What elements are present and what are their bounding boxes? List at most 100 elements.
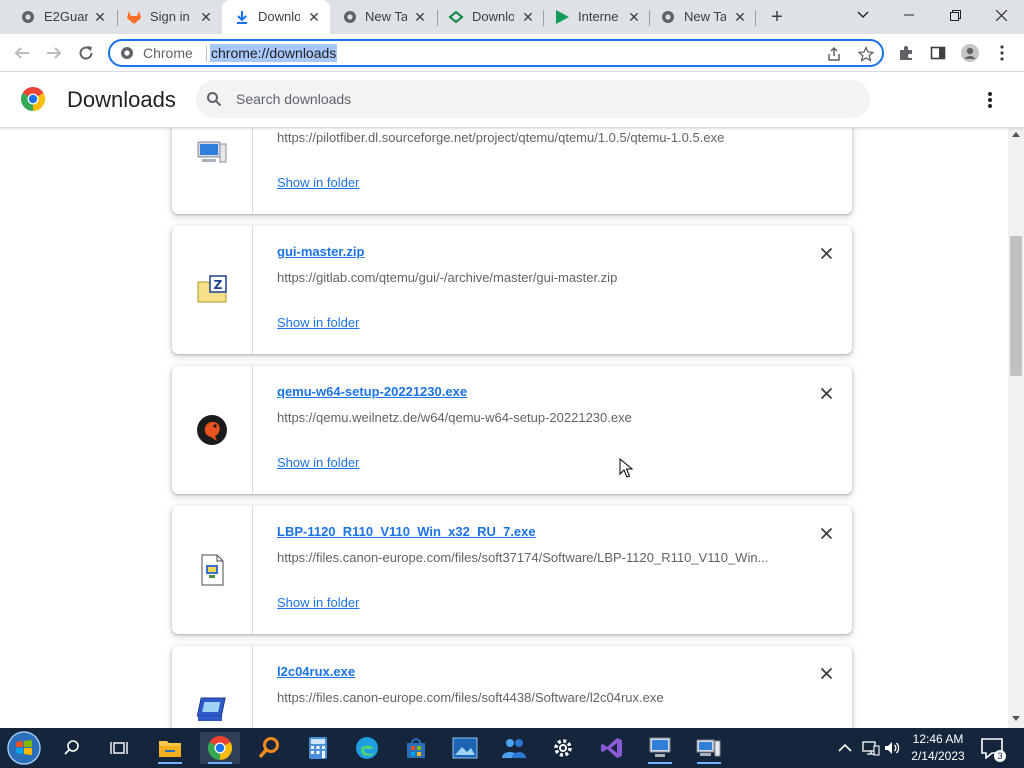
close-icon[interactable]: ✕ bbox=[520, 9, 536, 25]
omnibox-chip: Chrome bbox=[143, 45, 193, 61]
show-hidden-icons-button[interactable] bbox=[838, 728, 852, 768]
tab-title: E2Guard bbox=[44, 9, 88, 24]
bookmark-star-icon[interactable] bbox=[858, 46, 874, 62]
back-button[interactable] bbox=[11, 42, 33, 64]
visual-studio-icon bbox=[601, 738, 622, 758]
task-view-icon bbox=[110, 742, 128, 754]
clock-date: 2/14/2023 bbox=[911, 749, 965, 763]
search-downloads-field[interactable]: Search downloads bbox=[196, 80, 870, 118]
tab-new-tab[interactable]: New Tab ✕ bbox=[330, 0, 438, 34]
remove-download-button[interactable] bbox=[816, 663, 836, 683]
forward-arrow-icon bbox=[47, 47, 62, 59]
tab-title: Downlo bbox=[258, 9, 300, 24]
sourceforge-icon bbox=[448, 9, 464, 25]
taskbar-people[interactable] bbox=[494, 732, 534, 764]
close-window-button[interactable] bbox=[978, 0, 1024, 30]
omnibox-divider bbox=[206, 46, 207, 62]
folder-icon bbox=[159, 741, 181, 757]
close-icon bbox=[820, 667, 832, 679]
remove-download-button[interactable] bbox=[816, 523, 836, 543]
remove-download-button[interactable] bbox=[816, 243, 836, 263]
new-tab-button[interactable]: + bbox=[765, 6, 789, 28]
system-clock[interactable]: 12:46 AM 2/14/2023 bbox=[903, 731, 973, 765]
browser-menu-icon[interactable] bbox=[993, 44, 1011, 62]
tab-sign-in[interactable]: Sign in ✕ bbox=[106, 0, 222, 34]
extensions-icon[interactable] bbox=[897, 44, 915, 62]
close-icon[interactable]: ✕ bbox=[732, 9, 748, 25]
tab-title: New Tab bbox=[365, 9, 407, 24]
side-panel-icon[interactable] bbox=[929, 44, 947, 62]
forward-button[interactable] bbox=[43, 42, 65, 64]
volume-icon[interactable] bbox=[884, 728, 900, 768]
close-icon bbox=[820, 527, 832, 539]
photo-viewer-icon bbox=[452, 737, 478, 759]
taskbar-visual-studio[interactable] bbox=[592, 732, 632, 764]
download-card: qemu-w64-setup-20221230.exe https://qemu… bbox=[172, 366, 852, 494]
file-icon-column bbox=[172, 646, 253, 728]
taskbar-edge[interactable] bbox=[347, 732, 387, 764]
restore-button[interactable] bbox=[932, 0, 978, 30]
calculator-icon bbox=[309, 737, 327, 759]
taskbar-qtemu[interactable] bbox=[689, 732, 729, 764]
reload-button[interactable] bbox=[75, 42, 97, 64]
profile-avatar-icon[interactable] bbox=[961, 44, 979, 62]
qemu-icon bbox=[197, 415, 227, 445]
tab-title: New Tab bbox=[684, 9, 726, 24]
taskbar-calculator[interactable] bbox=[298, 732, 338, 764]
download-icon bbox=[234, 9, 250, 25]
minimize-button[interactable] bbox=[886, 0, 932, 30]
monitor-app-icon bbox=[649, 737, 671, 757]
back-arrow-icon bbox=[14, 47, 29, 59]
scroll-down-arrow-icon[interactable] bbox=[1012, 716, 1020, 721]
taskbar-chrome[interactable] bbox=[200, 732, 240, 764]
taskbar-photos[interactable] bbox=[445, 732, 485, 764]
close-icon[interactable]: ✕ bbox=[306, 9, 322, 25]
tab-downloads[interactable]: Downlo ✕ bbox=[222, 0, 330, 34]
network-icon[interactable] bbox=[862, 728, 880, 768]
play-icon bbox=[554, 9, 570, 25]
address-bar[interactable]: Chrome chrome://downloads bbox=[108, 39, 884, 67]
minimize-icon bbox=[904, 14, 914, 16]
file-name-link[interactable]: qemu-w64-setup-20221230.exe bbox=[277, 384, 467, 399]
file-url: https://files.canon-europe.com/files/sof… bbox=[277, 690, 664, 705]
page-scrollbar[interactable] bbox=[1008, 128, 1024, 728]
taskbar-search-button[interactable] bbox=[52, 732, 92, 764]
clock-time: 12:46 AM bbox=[912, 732, 964, 746]
search-input[interactable]: Search downloads bbox=[236, 91, 351, 107]
url-text[interactable]: chrome://downloads bbox=[210, 44, 338, 62]
tab-downloads-sf[interactable]: Downlo ✕ bbox=[438, 0, 544, 34]
show-in-folder-link[interactable]: Show in folder bbox=[277, 595, 359, 610]
tab-search-button[interactable] bbox=[840, 0, 886, 30]
download-card: https://pilotfiber.dl.sourceforge.net/pr… bbox=[172, 128, 852, 214]
task-view-button[interactable] bbox=[99, 732, 139, 764]
file-name-link[interactable]: gui-master.zip bbox=[277, 244, 364, 259]
tab-e2guard[interactable]: E2Guard ✕ bbox=[0, 0, 116, 34]
tab-internet[interactable]: Interne ✕ bbox=[544, 0, 650, 34]
taskbar-search-app[interactable] bbox=[249, 732, 289, 764]
more-actions-icon[interactable] bbox=[980, 90, 1000, 110]
file-url: https://qemu.weilnetz.de/w64/qemu-w64-se… bbox=[277, 410, 632, 425]
scrollbar-thumb[interactable] bbox=[1010, 236, 1022, 376]
scroll-up-arrow-icon[interactable] bbox=[1012, 132, 1020, 137]
share-icon[interactable] bbox=[826, 46, 842, 62]
file-name-link[interactable]: LBP-1120_R110_V110_Win_x32_RU_7.exe bbox=[277, 524, 536, 539]
start-button[interactable] bbox=[4, 729, 44, 767]
taskbar-store[interactable] bbox=[396, 732, 436, 764]
close-icon[interactable]: ✕ bbox=[412, 9, 428, 25]
taskbar-file-explorer[interactable] bbox=[150, 732, 190, 764]
remove-download-button[interactable] bbox=[816, 383, 836, 403]
installer-icon bbox=[201, 554, 224, 586]
file-name-link[interactable]: l2c04rux.exe bbox=[277, 664, 355, 679]
tab-new-tab-2[interactable]: New Tab ✕ bbox=[650, 0, 756, 34]
taskbar-remote-app[interactable] bbox=[640, 732, 680, 764]
file-icon-column: Z bbox=[172, 226, 253, 354]
close-icon[interactable]: ✕ bbox=[626, 9, 642, 25]
close-icon[interactable]: ✕ bbox=[198, 9, 214, 25]
taskbar-settings[interactable] bbox=[543, 732, 583, 764]
chrome-icon bbox=[660, 9, 676, 25]
show-in-folder-link[interactable]: Show in folder bbox=[277, 455, 359, 470]
show-in-folder-link[interactable]: Show in folder bbox=[277, 315, 359, 330]
show-in-folder-link[interactable]: Show in folder bbox=[277, 175, 359, 190]
chrome-logo-icon bbox=[21, 87, 45, 111]
file-url: https://pilotfiber.dl.sourceforge.net/pr… bbox=[277, 130, 725, 145]
